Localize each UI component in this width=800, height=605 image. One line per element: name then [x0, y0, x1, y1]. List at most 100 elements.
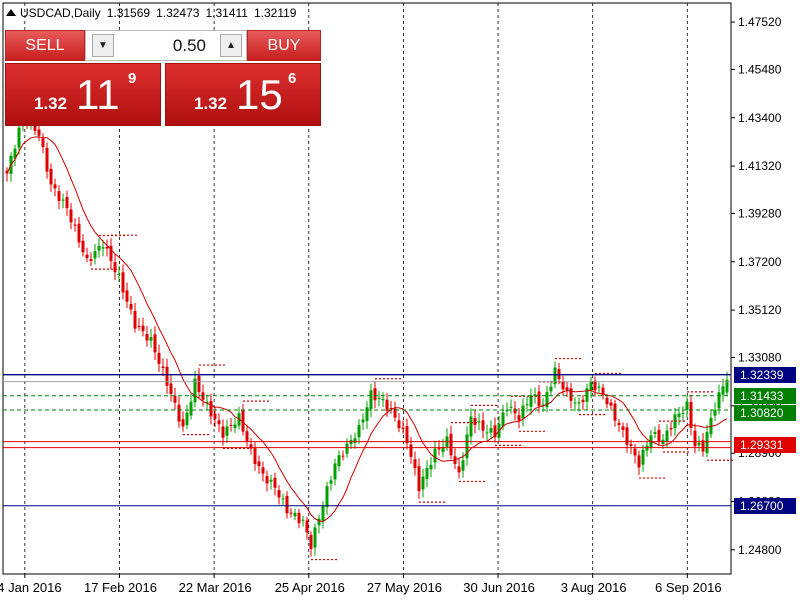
candle-body — [341, 455, 345, 457]
candle-body — [225, 426, 229, 436]
chart-header: USDCAD,Daily 1.31569 1.32473 1.31411 1.32119 — [6, 6, 296, 20]
candle-body — [417, 466, 421, 492]
candle-body — [577, 402, 581, 404]
candle-body — [473, 418, 477, 425]
sell-price-big: 11 — [76, 71, 120, 118]
chevron-up-icon[interactable]: ▲ — [220, 34, 242, 57]
candle-body — [433, 448, 437, 463]
candle-body — [173, 395, 177, 403]
x-tick-label: 30 Jun 2016 — [463, 580, 535, 595]
high-value: 1.32473 — [156, 6, 200, 20]
candle-body — [245, 431, 249, 442]
close-value: 1.32119 — [253, 6, 297, 20]
candle-body — [365, 407, 369, 422]
candle-body — [197, 375, 201, 393]
candle-body — [429, 464, 433, 470]
candle-body — [685, 401, 689, 411]
candle-body — [269, 479, 273, 482]
triangle-icon — [6, 9, 16, 16]
candle-body — [137, 326, 141, 328]
candle-body — [657, 429, 661, 442]
candle-body — [61, 199, 65, 201]
x-tick-label: 3 Aug 2016 — [561, 580, 627, 595]
candle-body — [321, 505, 325, 521]
candle-body — [293, 512, 297, 517]
candle-body — [357, 424, 361, 438]
candle-body — [681, 412, 685, 414]
candle-body — [521, 405, 525, 419]
buy-price-big: 15 — [236, 71, 283, 118]
candle-body — [317, 518, 321, 526]
candle-body — [513, 408, 517, 414]
candle-body — [213, 413, 217, 419]
candle-body — [485, 432, 489, 434]
candle-body — [409, 444, 413, 457]
candle-body — [177, 404, 181, 422]
candle-body — [477, 421, 481, 423]
candle-body — [125, 290, 129, 302]
candle-body — [481, 420, 485, 431]
candle-body — [509, 406, 513, 408]
open-value: 1.31569 — [106, 6, 151, 20]
symbol-label: USDCAD,Daily — [20, 6, 101, 20]
candle-body — [669, 428, 673, 430]
y-tick-label: 1.47520 — [738, 15, 782, 29]
candle-body — [261, 467, 265, 474]
candle-body — [253, 448, 257, 464]
candle-body — [113, 262, 117, 273]
price-level-label: 1.29331 — [734, 436, 796, 453]
candle-body — [209, 401, 213, 417]
y-tick-label: 1.45480 — [738, 62, 782, 76]
candle-body — [593, 380, 597, 391]
candle-body — [717, 392, 721, 409]
candle-body — [529, 395, 533, 407]
price-level-label: 1.30820 — [734, 404, 796, 421]
buy-price-box[interactable]: 1.32 15 6 — [165, 63, 321, 126]
candle-body — [325, 486, 329, 508]
one-click-trading-panel: SELL ▼ 0.50 ▲ BUY 1.32 11 9 1.32 15 6 — [5, 30, 321, 126]
x-tick-label: 25 Apr 2016 — [275, 580, 345, 595]
candle-body — [309, 534, 313, 549]
sell-button[interactable]: SELL — [5, 30, 85, 61]
y-tick-label: 1.39280 — [738, 206, 782, 220]
sell-price-box[interactable]: 1.32 11 9 — [5, 63, 161, 126]
candle-body — [221, 426, 225, 438]
candle-body — [145, 333, 149, 341]
candle-body — [377, 397, 381, 399]
candle-body — [329, 480, 333, 484]
candle-body — [217, 420, 221, 425]
lot-size-field[interactable]: ▼ 0.50 ▲ — [85, 30, 247, 61]
candle-body — [285, 495, 289, 514]
lot-size-value[interactable]: 0.50 — [173, 36, 206, 56]
candle-body — [457, 466, 461, 473]
candle-body — [381, 398, 385, 401]
candle-body — [97, 245, 101, 251]
candle-body — [57, 191, 61, 201]
candle-body — [189, 401, 193, 416]
candle-body — [313, 527, 317, 548]
chart-stage: 14 Jan 2016 17 Feb 2016 22 Mar 2016 25 Apr … — [0, 0, 800, 600]
candle-body — [397, 420, 401, 429]
candle-body — [501, 412, 505, 427]
candle-body — [697, 442, 701, 446]
x-tick-label: 17 Feb 2016 — [84, 580, 157, 595]
candle-body — [337, 455, 341, 467]
x-tick-label: 14 Jan 2016 — [0, 580, 62, 595]
candle-body — [301, 519, 305, 521]
candle-body — [193, 378, 197, 403]
candle-body — [233, 424, 237, 428]
candle-body — [369, 390, 373, 410]
candle-body — [121, 272, 125, 293]
candle-body — [277, 490, 281, 498]
candle-body — [373, 388, 377, 401]
candle-body — [149, 337, 153, 341]
candle-body — [37, 129, 41, 136]
buy-button[interactable]: BUY — [247, 30, 321, 61]
chevron-down-icon[interactable]: ▼ — [92, 34, 114, 57]
candle-body — [257, 461, 261, 467]
candle-body — [449, 433, 453, 456]
candle-body — [489, 428, 493, 433]
candle-body — [401, 427, 405, 429]
candle-body — [345, 443, 349, 454]
candle-body — [265, 476, 269, 484]
